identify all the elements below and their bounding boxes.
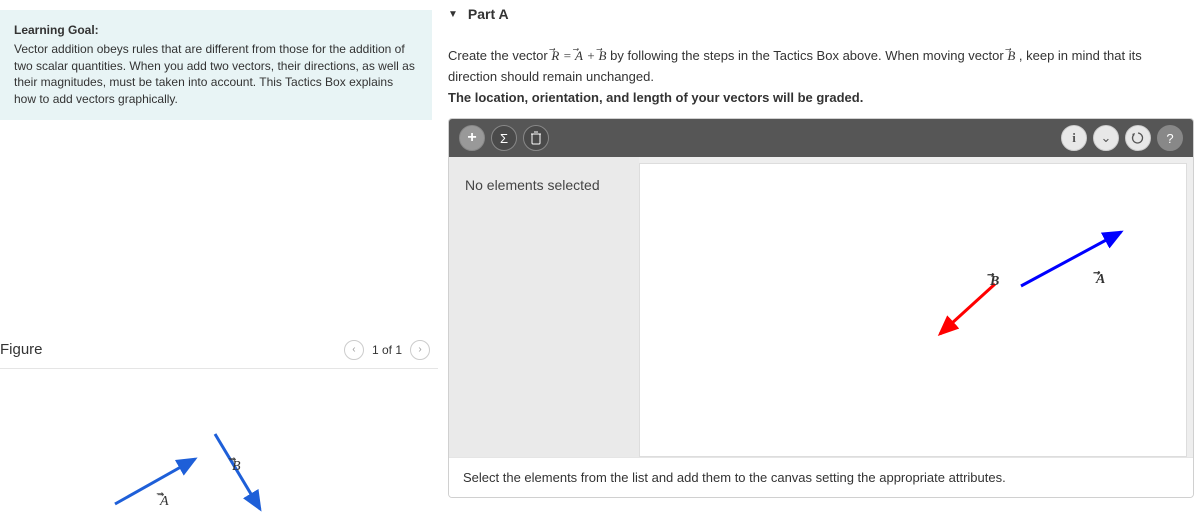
- help-button[interactable]: ?: [1157, 125, 1183, 151]
- add-element-button[interactable]: +: [459, 125, 485, 151]
- footer-hint: Select the elements from the list and ad…: [449, 457, 1193, 497]
- figure-prev-button[interactable]: ‹: [344, 340, 364, 360]
- figure-nav: ‹ 1 of 1 ›: [344, 340, 430, 360]
- figure-header: Figure ‹ 1 of 1 ›: [0, 340, 438, 369]
- eq-r: R: [551, 46, 559, 67]
- left-panel: Learning Goal: Vector addition obeys rul…: [0, 0, 438, 504]
- learning-goal-box: Learning Goal: Vector addition obeys rul…: [0, 10, 432, 120]
- reset-button[interactable]: [1125, 125, 1151, 151]
- sum-button[interactable]: Σ: [491, 125, 517, 151]
- figure-next-button[interactable]: ›: [410, 340, 430, 360]
- instructions: Create the vector R = A + B by following…: [448, 46, 1194, 108]
- canvas-vector-a[interactable]: A: [1016, 224, 1136, 297]
- figure-vector-a: A: [110, 449, 210, 512]
- instr-mid: by following the steps in the Tactics Bo…: [610, 48, 1007, 63]
- figure-canvas: A B: [0, 389, 438, 529]
- figure-counter: 1 of 1: [372, 343, 402, 357]
- properties-panel: No elements selected: [449, 157, 639, 457]
- drawing-widget: + Σ i ⌄ ? No elements selected: [448, 118, 1194, 498]
- part-label: Part A: [468, 6, 509, 22]
- canvas-vector-b-label: B: [990, 274, 999, 290]
- canvas-vector-a-label: A: [1096, 272, 1105, 288]
- caret-down-icon: ▼: [448, 9, 458, 20]
- instr-bold: The location, orientation, and length of…: [448, 90, 863, 105]
- figure-vector-b: B: [200, 429, 280, 522]
- part-header[interactable]: ▼ Part A: [448, 0, 1194, 32]
- learning-goal-text: Vector addition obeys rules that are dif…: [14, 41, 418, 108]
- canvas-area[interactable]: A B: [639, 163, 1187, 457]
- figure-vector-a-label: A: [160, 494, 169, 510]
- toolbar: + Σ i ⌄ ?: [449, 119, 1193, 157]
- no-selection-text: No elements selected: [465, 177, 600, 193]
- figure-vector-b-label: B: [232, 459, 241, 475]
- workspace: No elements selected A: [449, 157, 1193, 457]
- canvas-vector-b[interactable]: B: [930, 274, 1010, 347]
- learning-goal-title: Learning Goal:: [14, 22, 418, 39]
- eq-plus: +: [587, 48, 599, 63]
- eq-a: A: [575, 46, 583, 67]
- right-panel: ▼ Part A Create the vector R = A + B by …: [438, 0, 1200, 504]
- expand-button[interactable]: ⌄: [1093, 125, 1119, 151]
- instr-text: Create the vector: [448, 48, 551, 63]
- info-button[interactable]: i: [1061, 125, 1087, 151]
- eq-b: B: [599, 46, 607, 67]
- eq-b2: B: [1007, 46, 1015, 67]
- eq-eq: =: [563, 48, 575, 63]
- delete-button[interactable]: [523, 125, 549, 151]
- figure-title: Figure: [0, 341, 43, 358]
